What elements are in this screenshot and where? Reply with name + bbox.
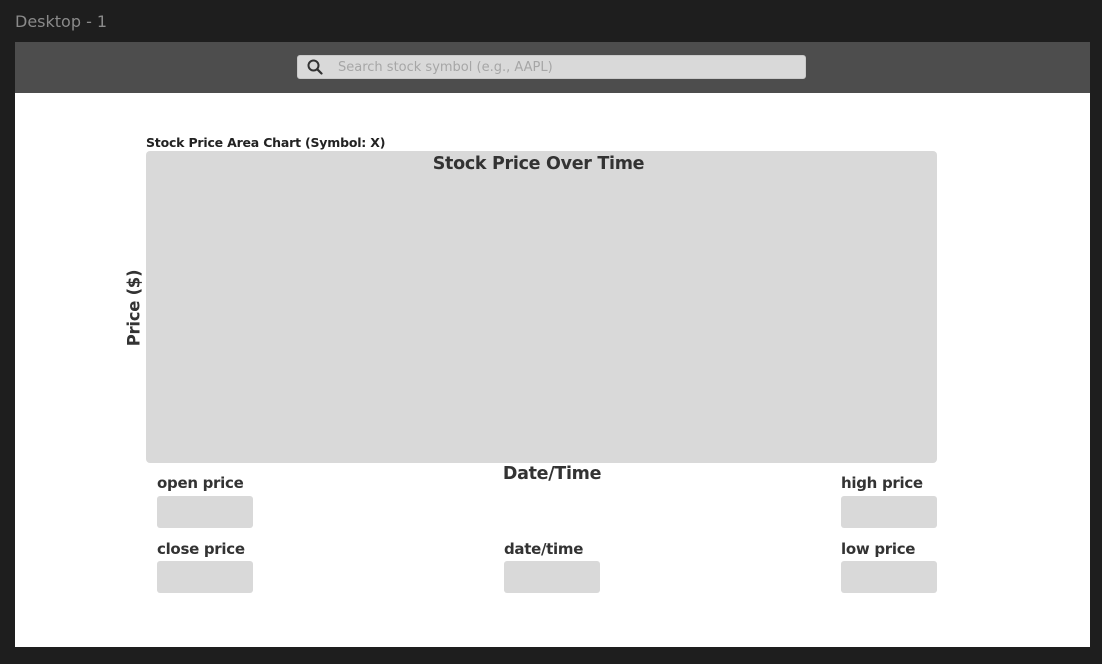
open-price-field[interactable] [157,496,253,528]
x-axis-label: Date/Time [502,464,602,484]
high-price-field[interactable] [841,496,937,528]
date-time-label: date/time [504,540,584,558]
y-axis-label: Price ($) [124,269,144,347]
top-bar [15,42,1090,93]
open-price-label: open price [157,474,244,492]
chart-area[interactable]: Stock Price Over Time [146,151,937,463]
search-input[interactable] [338,56,805,78]
search-icon[interactable] [306,58,324,76]
close-price-label: close price [157,540,245,558]
low-price-label: low price [841,540,916,558]
frame-title: Desktop - 1 [15,12,108,31]
high-price-label: high price [841,474,923,492]
desktop-frame: Stock Price Area Chart (Symbol: X) Stock… [15,42,1090,647]
close-price-field[interactable] [157,561,253,593]
chart-title: Stock Price Over Time [432,154,645,174]
search-bar[interactable] [297,55,806,79]
low-price-field[interactable] [841,561,937,593]
date-time-field[interactable] [504,561,600,593]
chart-caption: Stock Price Area Chart (Symbol: X) [146,135,386,150]
